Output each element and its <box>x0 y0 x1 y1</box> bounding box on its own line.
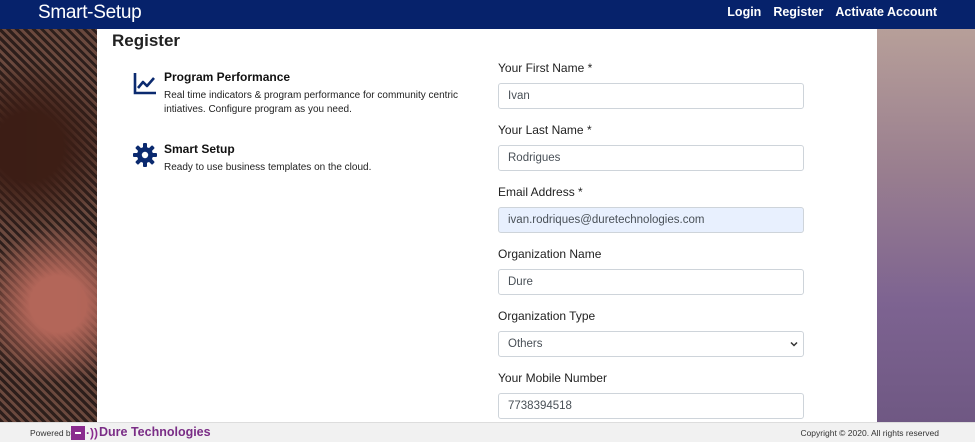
mobile-number-field[interactable]: 7738394518 <box>498 393 804 419</box>
last-name-field[interactable]: Rodrigues <box>498 145 804 171</box>
organization-type-value: Others <box>508 338 543 350</box>
gear-icon <box>133 143 157 167</box>
email-field[interactable]: ivan.rodriques@duretechnologies.com <box>498 207 804 233</box>
first-name-field[interactable]: Ivan <box>498 83 804 109</box>
feature-description: Ready to use business templates on the c… <box>164 162 372 173</box>
footer: Powered by ·)) Dure Technologies Copyrig… <box>0 422 975 442</box>
background-image-left <box>0 29 97 422</box>
feature-title: Program Performance <box>164 70 291 84</box>
signal-waves-icon: ·)) <box>86 426 98 440</box>
feature-description: Real time indicators & program performan… <box>164 90 458 115</box>
powered-by-text: Powered by <box>30 428 75 438</box>
register-panel: Register Program Performance Real time i… <box>97 29 877 422</box>
brand-logo-text[interactable]: Smart-Setup <box>38 2 142 24</box>
chart-line-icon <box>133 73 156 95</box>
background-image-right <box>877 29 975 422</box>
feature-title: Smart Setup <box>164 142 235 156</box>
page-title: Register <box>112 31 181 50</box>
organization-type-label: Organization Type <box>498 309 596 323</box>
organization-name-label: Organization Name <box>498 247 602 261</box>
email-label: Email Address * <box>498 185 583 199</box>
top-navbar: Smart-Setup Login Register Activate Acco… <box>0 0 975 29</box>
copyright-text: Copyright © 2020. All rights reserved <box>800 428 939 438</box>
nav-activate-account-link[interactable]: Activate Account <box>835 5 937 19</box>
chevron-down-icon <box>790 341 798 347</box>
nav-links: Login Register Activate Account <box>727 5 937 19</box>
last-name-label: Your Last Name * <box>498 123 592 137</box>
organization-type-select[interactable]: Others <box>498 331 804 357</box>
mobile-label: Your Mobile Number <box>498 371 607 385</box>
organization-name-field[interactable]: Dure <box>498 269 804 295</box>
nav-login-link[interactable]: Login <box>727 5 761 19</box>
first-name-label: Your First Name * <box>498 61 593 75</box>
company-name[interactable]: Dure Technologies <box>99 425 211 439</box>
nav-register-link[interactable]: Register <box>773 5 823 19</box>
dure-logo-icon <box>71 426 85 440</box>
